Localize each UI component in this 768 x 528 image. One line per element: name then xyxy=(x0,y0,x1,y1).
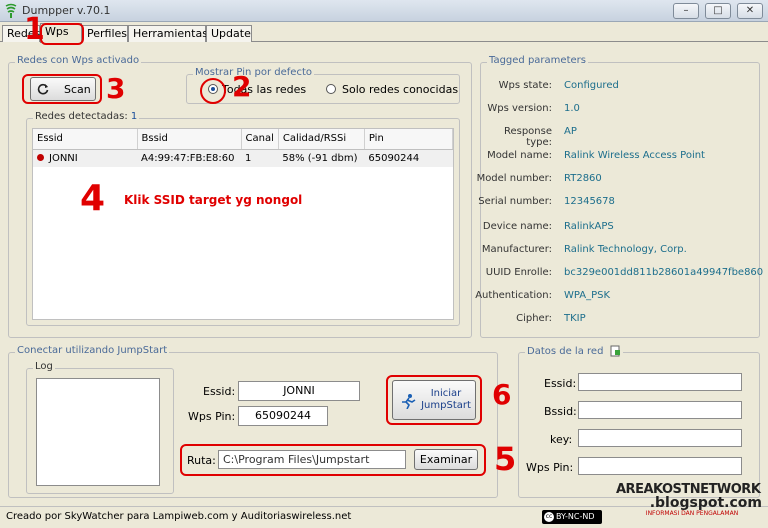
license-badge: cc BY-NC-ND xyxy=(542,510,602,524)
col-canal[interactable]: Canal xyxy=(241,129,279,150)
detected-label: Redes detectadas: 1 xyxy=(33,111,140,122)
tab-bar: Redes Wps Perfiles Herramientas Update xyxy=(0,22,768,43)
wps-pin-label: Wps Pin: xyxy=(188,410,236,423)
wps-pin-field[interactable]: 65090244 xyxy=(238,406,328,426)
param-row: Model number: RT2860 xyxy=(476,173,602,184)
pin-group-title: Mostrar Pin por defecto xyxy=(193,67,314,78)
net-key-field[interactable] xyxy=(578,429,742,447)
essid-label: Essid: xyxy=(203,385,236,398)
tab-update[interactable]: Update xyxy=(206,25,252,42)
net-bssid-field[interactable] xyxy=(578,401,742,419)
col-bssid[interactable]: Bssid xyxy=(137,129,242,150)
wps-group-title: Redes con Wps activado xyxy=(15,55,142,66)
annotation-box-wps-tab xyxy=(40,23,84,45)
param-row: Wps state: Configured xyxy=(498,80,619,91)
radio-known-label: Solo redes conocidas xyxy=(342,83,459,96)
col-calidad[interactable]: Calidad/RSSi xyxy=(278,129,365,150)
param-row: Response type: AP xyxy=(503,126,577,148)
cell-pin: 65090244 xyxy=(368,152,420,164)
annotation-number-5: 5 xyxy=(494,440,517,478)
col-essid[interactable]: Essid xyxy=(33,129,138,150)
tagged-title: Tagged parameters xyxy=(487,55,588,66)
detected-count: 1 xyxy=(130,111,138,122)
col-pin[interactable]: Pin xyxy=(364,129,454,150)
cell-calidad: 58% (-91 dbm) xyxy=(282,152,358,164)
signal-dot-icon xyxy=(37,153,44,161)
annotation-number-1: 1 xyxy=(24,12,45,47)
tab-perfiles[interactable]: Perfiles xyxy=(82,25,128,42)
annotation-number-3: 3 xyxy=(106,72,126,105)
param-row: Device name: RalinkAPS xyxy=(482,221,614,232)
cell-essid: JONNI xyxy=(33,149,137,167)
close-button[interactable]: ✕ xyxy=(737,3,763,19)
credits-text: Creado por SkyWatcher para Lampiweb.com … xyxy=(6,511,352,522)
param-row: Serial number: 12345678 xyxy=(478,196,615,207)
radio-known-networks[interactable] xyxy=(326,84,336,94)
minimize-button[interactable]: – xyxy=(673,3,699,19)
jumpstart-title: Conectar utilizando JumpStart xyxy=(15,345,170,356)
param-row: Manufacturer: Ralink Technology, Corp. xyxy=(481,244,687,255)
annotation-number-2: 2 xyxy=(232,70,252,103)
tagged-list: Wps state: Configured Wps version: 1.0 Res… xyxy=(475,80,766,330)
param-row: Wps version: 1.0 xyxy=(487,103,580,114)
net-pin-field[interactable] xyxy=(578,457,742,475)
document-icon xyxy=(610,345,620,357)
app-icon xyxy=(5,3,17,18)
log-textarea[interactable] xyxy=(36,378,160,486)
param-row: Model name: Ralink Wireless Access Point xyxy=(487,150,705,161)
param-row: UUID Enrolle: bc329e001dd811b28601a49947f… xyxy=(485,267,764,278)
networks-table: Essid Bssid Canal Calidad/RSSi Pin JONNI… xyxy=(32,128,454,320)
maximize-button[interactable]: □ xyxy=(705,3,731,19)
annotation-box-jumpstart xyxy=(386,375,482,425)
net-essid-field[interactable] xyxy=(578,373,742,391)
annotation-box-ruta xyxy=(180,444,486,476)
param-row: Authentication: WPA_PSK xyxy=(475,290,611,301)
annotation-box-scan xyxy=(22,74,102,104)
param-row: Cipher: TKIP xyxy=(516,313,586,324)
tab-herramientas[interactable]: Herramientas xyxy=(128,25,208,42)
table-row[interactable]: JONNI A4:99:47:FB:E8:60 1 58% (-91 dbm) … xyxy=(33,149,453,167)
log-label: Log xyxy=(33,361,55,372)
net-bssid-label: Bssid: xyxy=(544,405,577,418)
net-essid-label: Essid: xyxy=(544,377,577,390)
cell-bssid: A4:99:47:FB:E8:60 xyxy=(141,152,235,164)
watermark-logo: AREAKOSTNETWORK .blogspot.com INFORMASI … xyxy=(616,482,762,517)
net-key-label: key: xyxy=(550,433,573,446)
table-header-row: Essid Bssid Canal Calidad/RSSi Pin xyxy=(33,129,454,150)
annotation-note: Klik SSID target yg nongol xyxy=(124,193,303,207)
net-pin-label: Wps Pin: xyxy=(526,461,574,474)
cell-canal: 1 xyxy=(245,152,252,164)
annotation-number-4: 4 xyxy=(80,178,106,219)
annotation-box-radio xyxy=(200,78,226,104)
essid-field[interactable]: JONNI xyxy=(238,381,360,401)
annotation-number-6: 6 xyxy=(492,378,512,411)
network-data-title: Datos de la red xyxy=(525,345,623,357)
title-bar: Dumpper v.70.1 – □ ✕ xyxy=(0,0,768,22)
